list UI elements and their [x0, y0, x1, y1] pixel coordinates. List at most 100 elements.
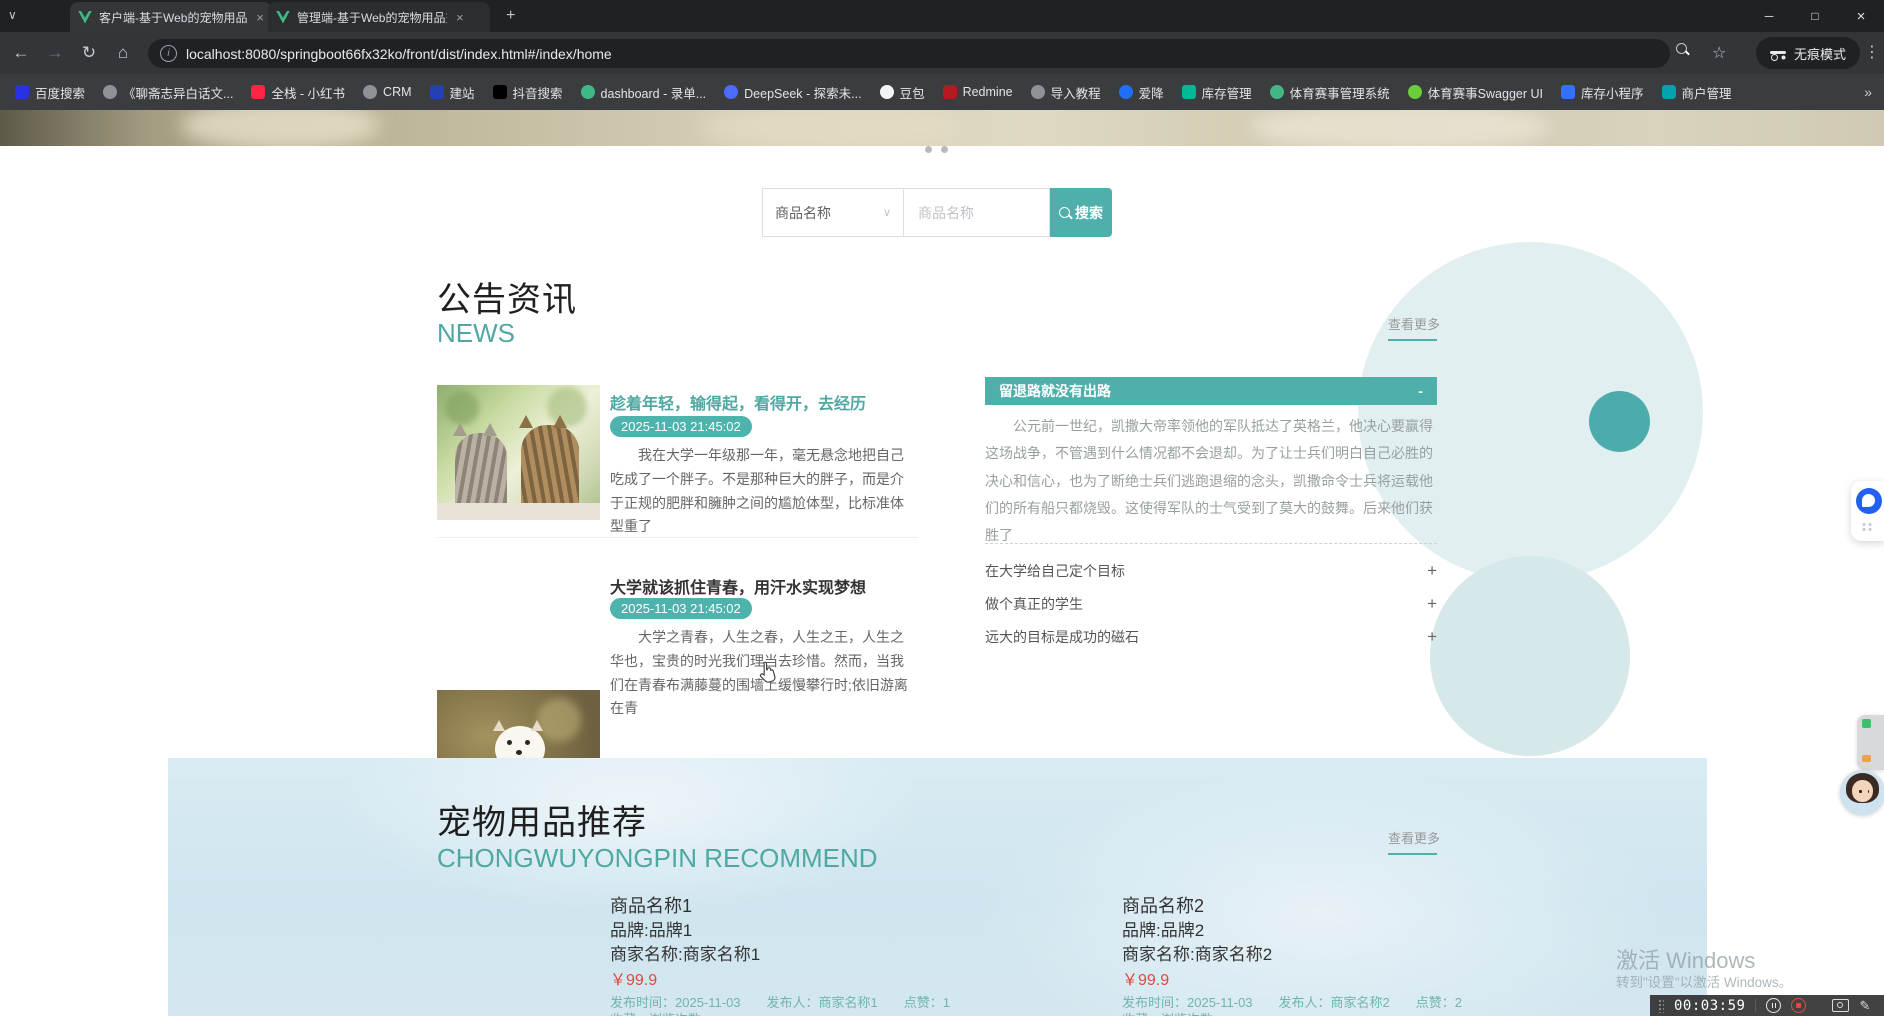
- pencil-icon[interactable]: ✎: [1859, 998, 1870, 1014]
- tab-close-icon[interactable]: ×: [456, 10, 464, 25]
- search-icon: [1059, 207, 1070, 218]
- carousel-dot[interactable]: [941, 146, 948, 153]
- bookmark-item[interactable]: 百度搜索: [6, 79, 94, 105]
- new-tab-button[interactable]: +: [506, 7, 515, 25]
- news-item-excerpt[interactable]: 我在大学一年级那一年，毫无悬念地把自己吃成了一个胖子。不是那种巨大的胖子，而是介…: [610, 444, 915, 539]
- kitten-shape: [455, 433, 507, 513]
- bookmark-item[interactable]: 体育赛事管理系统: [1261, 79, 1399, 105]
- carousel-dot-active[interactable]: [957, 146, 964, 153]
- bookmark-favicon: [1118, 85, 1133, 99]
- expand-icon[interactable]: +: [1427, 594, 1437, 614]
- bookmark-item[interactable]: Redmine: [934, 79, 1022, 105]
- bookmark-item[interactable]: 《聊斋志异白话文...: [94, 79, 242, 105]
- product-merchant: 商家名称:商家名称2: [1122, 945, 1273, 964]
- assistant-avatar[interactable]: [1840, 770, 1884, 815]
- browser-tab-admin[interactable]: 管理端-基于Web的宠物用品交 ×: [268, 2, 490, 32]
- tab-close-icon[interactable]: ×: [256, 10, 264, 25]
- news-image-kittens[interactable]: [437, 385, 600, 520]
- stop-icon[interactable]: [1791, 998, 1807, 1013]
- incognito-icon: [1770, 45, 1786, 61]
- news-more-link[interactable]: 查看更多: [1388, 314, 1440, 333]
- expand-icon[interactable]: +: [1427, 561, 1437, 581]
- forward-icon[interactable]: →: [38, 43, 72, 63]
- bookmark-item[interactable]: 爱降: [1110, 79, 1173, 105]
- bookmark-label: DeepSeek - 探索未...: [744, 86, 862, 101]
- accordion-row[interactable]: 远大的目标是成功的磁石 +: [985, 622, 1437, 652]
- kitten-ear: [483, 423, 497, 436]
- close-window-button[interactable]: ×: [1838, 0, 1884, 32]
- bookmark-item[interactable]: 库存小程序: [1552, 79, 1653, 105]
- carousel-dots: [925, 146, 964, 153]
- recorder-timer: 00:03:59: [1674, 997, 1746, 1014]
- bookmark-label: CRM: [383, 85, 412, 99]
- extension-side-panel[interactable]: [1857, 715, 1884, 770]
- search-input[interactable]: [916, 203, 1037, 222]
- bookmark-item[interactable]: 导入教程: [1022, 79, 1110, 105]
- accordion-row[interactable]: 做个真正的学生 +: [985, 589, 1437, 619]
- puppy-nose: [516, 750, 522, 755]
- bookmark-item[interactable]: 全栈 - 小红书: [242, 79, 354, 105]
- puppy-eye: [507, 740, 512, 745]
- products-more-link[interactable]: 查看更多: [1388, 828, 1440, 847]
- home-icon[interactable]: ⌂: [106, 43, 140, 63]
- decor-ball-teal: [1589, 391, 1650, 452]
- vue-favicon-icon: [276, 10, 290, 24]
- minimize-button[interactable]: ─: [1746, 0, 1792, 32]
- accordion-row[interactable]: 在大学给自己定个目标 +: [985, 556, 1437, 586]
- bookmark-item[interactable]: DeepSeek - 探索未...: [715, 79, 870, 105]
- puppy-eye: [525, 740, 530, 745]
- product-search-bar: 商品名称 ∨ 搜索: [762, 188, 1112, 237]
- browser-assistant-widget[interactable]: [1851, 481, 1884, 541]
- bookmark-item[interactable]: 库存管理: [1173, 79, 1261, 105]
- drag-handle-icon[interactable]: [1861, 522, 1873, 532]
- news-item-title[interactable]: 趁着年轻，输得起，看得开，去经历: [610, 390, 866, 414]
- bokeh-blob: [537, 698, 581, 742]
- chevron-down-icon: ∨: [882, 207, 891, 219]
- bookmark-item[interactable]: 豆包: [871, 79, 934, 105]
- vue-favicon-icon: [78, 10, 92, 24]
- product-name[interactable]: 商品名称2: [1122, 892, 1204, 918]
- tab-title: 管理端-基于Web的宠物用品交: [297, 10, 447, 25]
- assistant-logo-icon[interactable]: [1856, 488, 1882, 514]
- bookmark-item[interactable]: 抖音搜索: [484, 79, 572, 105]
- product-name[interactable]: 商品名称1: [610, 892, 692, 918]
- hero-carousel-image[interactable]: [0, 110, 1884, 146]
- expand-icon[interactable]: +: [1427, 627, 1437, 647]
- tab-list-chevron-icon[interactable]: ∨: [8, 8, 17, 22]
- back-icon[interactable]: ←: [4, 43, 38, 63]
- bookmark-star-icon[interactable]: ☆: [1712, 43, 1726, 63]
- zoom-icon[interactable]: [1676, 41, 1687, 58]
- bookmark-item[interactable]: 体育赛事Swagger UI: [1399, 79, 1552, 105]
- bookmark-item[interactable]: CRM: [354, 79, 420, 105]
- accordion-row-title: 在大学给自己定个目标: [985, 563, 1125, 579]
- reload-icon[interactable]: ↻: [72, 43, 106, 63]
- browser-menu-icon[interactable]: ⋮: [1864, 42, 1880, 62]
- recorder-drag-handle[interactable]: [1658, 998, 1664, 1013]
- bookmark-favicon: [1269, 85, 1284, 99]
- address-bar[interactable]: i localhost:8080/springboot66fx32ko/fron…: [148, 39, 1670, 68]
- accordion-row-title: 做个真正的学生: [985, 596, 1083, 612]
- maximize-button[interactable]: □: [1792, 0, 1838, 32]
- bookmark-item[interactable]: dashboard - 录单...: [572, 79, 716, 105]
- accordion-header-open[interactable]: 留退路就没有出路 -: [985, 377, 1437, 405]
- news-item-title[interactable]: 大学就该抓住青春，用汗水实现梦想: [610, 574, 866, 598]
- bookmarks-overflow-icon[interactable]: »: [1864, 84, 1872, 100]
- camera-icon[interactable]: [1832, 999, 1850, 1012]
- url-text: localhost:8080/springboot66fx32ko/front/…: [186, 45, 612, 62]
- banner-blob: [700, 110, 960, 146]
- browser-tab-client[interactable]: 客户端-基于Web的宠物用品交 ×: [70, 2, 272, 32]
- bookmark-item[interactable]: 建站: [421, 79, 484, 105]
- bookmark-favicon: [1661, 85, 1676, 99]
- search-select-value: 商品名称: [775, 204, 831, 221]
- bookmark-item[interactable]: 商户管理: [1653, 79, 1741, 105]
- search-button[interactable]: 搜索: [1050, 188, 1112, 237]
- search-field-select[interactable]: 商品名称 ∨: [762, 188, 904, 237]
- collapse-icon[interactable]: -: [1418, 383, 1423, 399]
- puppy-ear: [531, 720, 543, 731]
- banner-blob: [1250, 110, 1550, 146]
- pause-icon[interactable]: [1766, 998, 1782, 1013]
- site-info-icon[interactable]: i: [160, 45, 177, 62]
- bookmark-label: 建站: [449, 86, 475, 101]
- carousel-dot[interactable]: [925, 146, 932, 153]
- bookmark-favicon: [363, 85, 378, 99]
